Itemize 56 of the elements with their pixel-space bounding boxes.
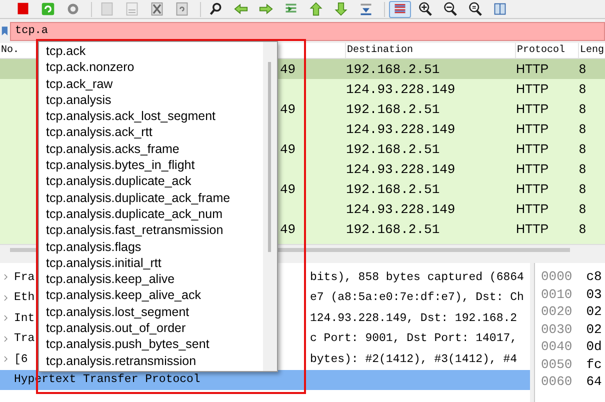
table-cell: 124.93.228.149 [346,120,456,138]
tree-label: [6 [14,352,28,366]
table-cell: HTTP [516,180,549,198]
hex-offset: 0030 [541,322,572,337]
table-cell: 8 [579,140,586,158]
table-cell: 124.93.228.149 [346,80,456,98]
hex-bytes: c8 [586,269,602,284]
hex-offset: 0010 [541,286,572,302]
hex-bytes: 02 [586,304,602,320]
tree-label: c Port: 9001, Dst Port: 14017, [310,332,518,346]
table-cell: 49 [280,100,296,118]
hex-bytes: 02 [586,322,602,337]
hex-offset: 0000 [541,269,572,284]
table-cell: HTTP [516,60,549,78]
hex-offset: 0050 [541,356,572,372]
table-cell: 192.168.2.51 [346,220,440,238]
table-cell: 124.93.228.149 [346,200,456,218]
table-cell: HTTP [516,140,549,158]
table-cell: 49 [280,140,296,158]
hex-bytes: 64 [586,374,602,390]
hex-bytes: 03 [586,286,602,302]
table-cell: 8 [579,100,586,118]
table-cell: 8 [579,80,586,98]
table-cell: 8 [579,200,586,218]
table-cell: 49 [280,60,296,78]
table-cell: 192.168.2.51 [346,180,440,198]
table-cell: HTTP [516,160,549,178]
table-cell: HTTP [516,200,549,218]
tree-label: bits), 858 bytes captured (6864 [310,270,524,284]
tree-label: bytes): #2(1412), #3(1412), #4 [310,352,518,366]
table-cell: 192.168.2.51 [346,60,440,78]
table-cell: 8 [579,60,586,78]
hex-offset: 0020 [541,304,572,320]
tree-label: 124.93.228.149, Dst: 192.168.2 [310,312,518,325]
table-cell: HTTP [516,120,549,138]
table-cell: HTTP [516,80,549,98]
table-cell: HTTP [516,100,549,118]
table-cell: 8 [579,220,586,238]
tree-label: Eth [14,291,35,304]
tree-label: Tra [14,332,35,346]
hex-offset: 0060 [541,374,572,390]
table-cell: 8 [579,180,586,198]
table-cell: 49 [280,220,296,238]
tree-label: Fra [14,270,35,284]
hex-offset: 0040 [541,339,572,354]
tree-label: e7 (a8:5a:e0:7e:df:e7), Dst: Ch [310,291,524,304]
table-cell: 49 [280,180,296,198]
hex-bytes: 0d [586,339,602,354]
table-cell: 124.93.228.149 [346,160,456,178]
hex-bytes: fc [586,356,602,372]
table-cell: 8 [579,120,586,138]
tree-label: Int [14,312,35,325]
table-cell: HTTP [516,220,549,238]
table-cell: 192.168.2.51 [346,100,440,118]
table-cell: 192.168.2.51 [346,140,440,158]
table-cell: 8 [579,160,586,178]
